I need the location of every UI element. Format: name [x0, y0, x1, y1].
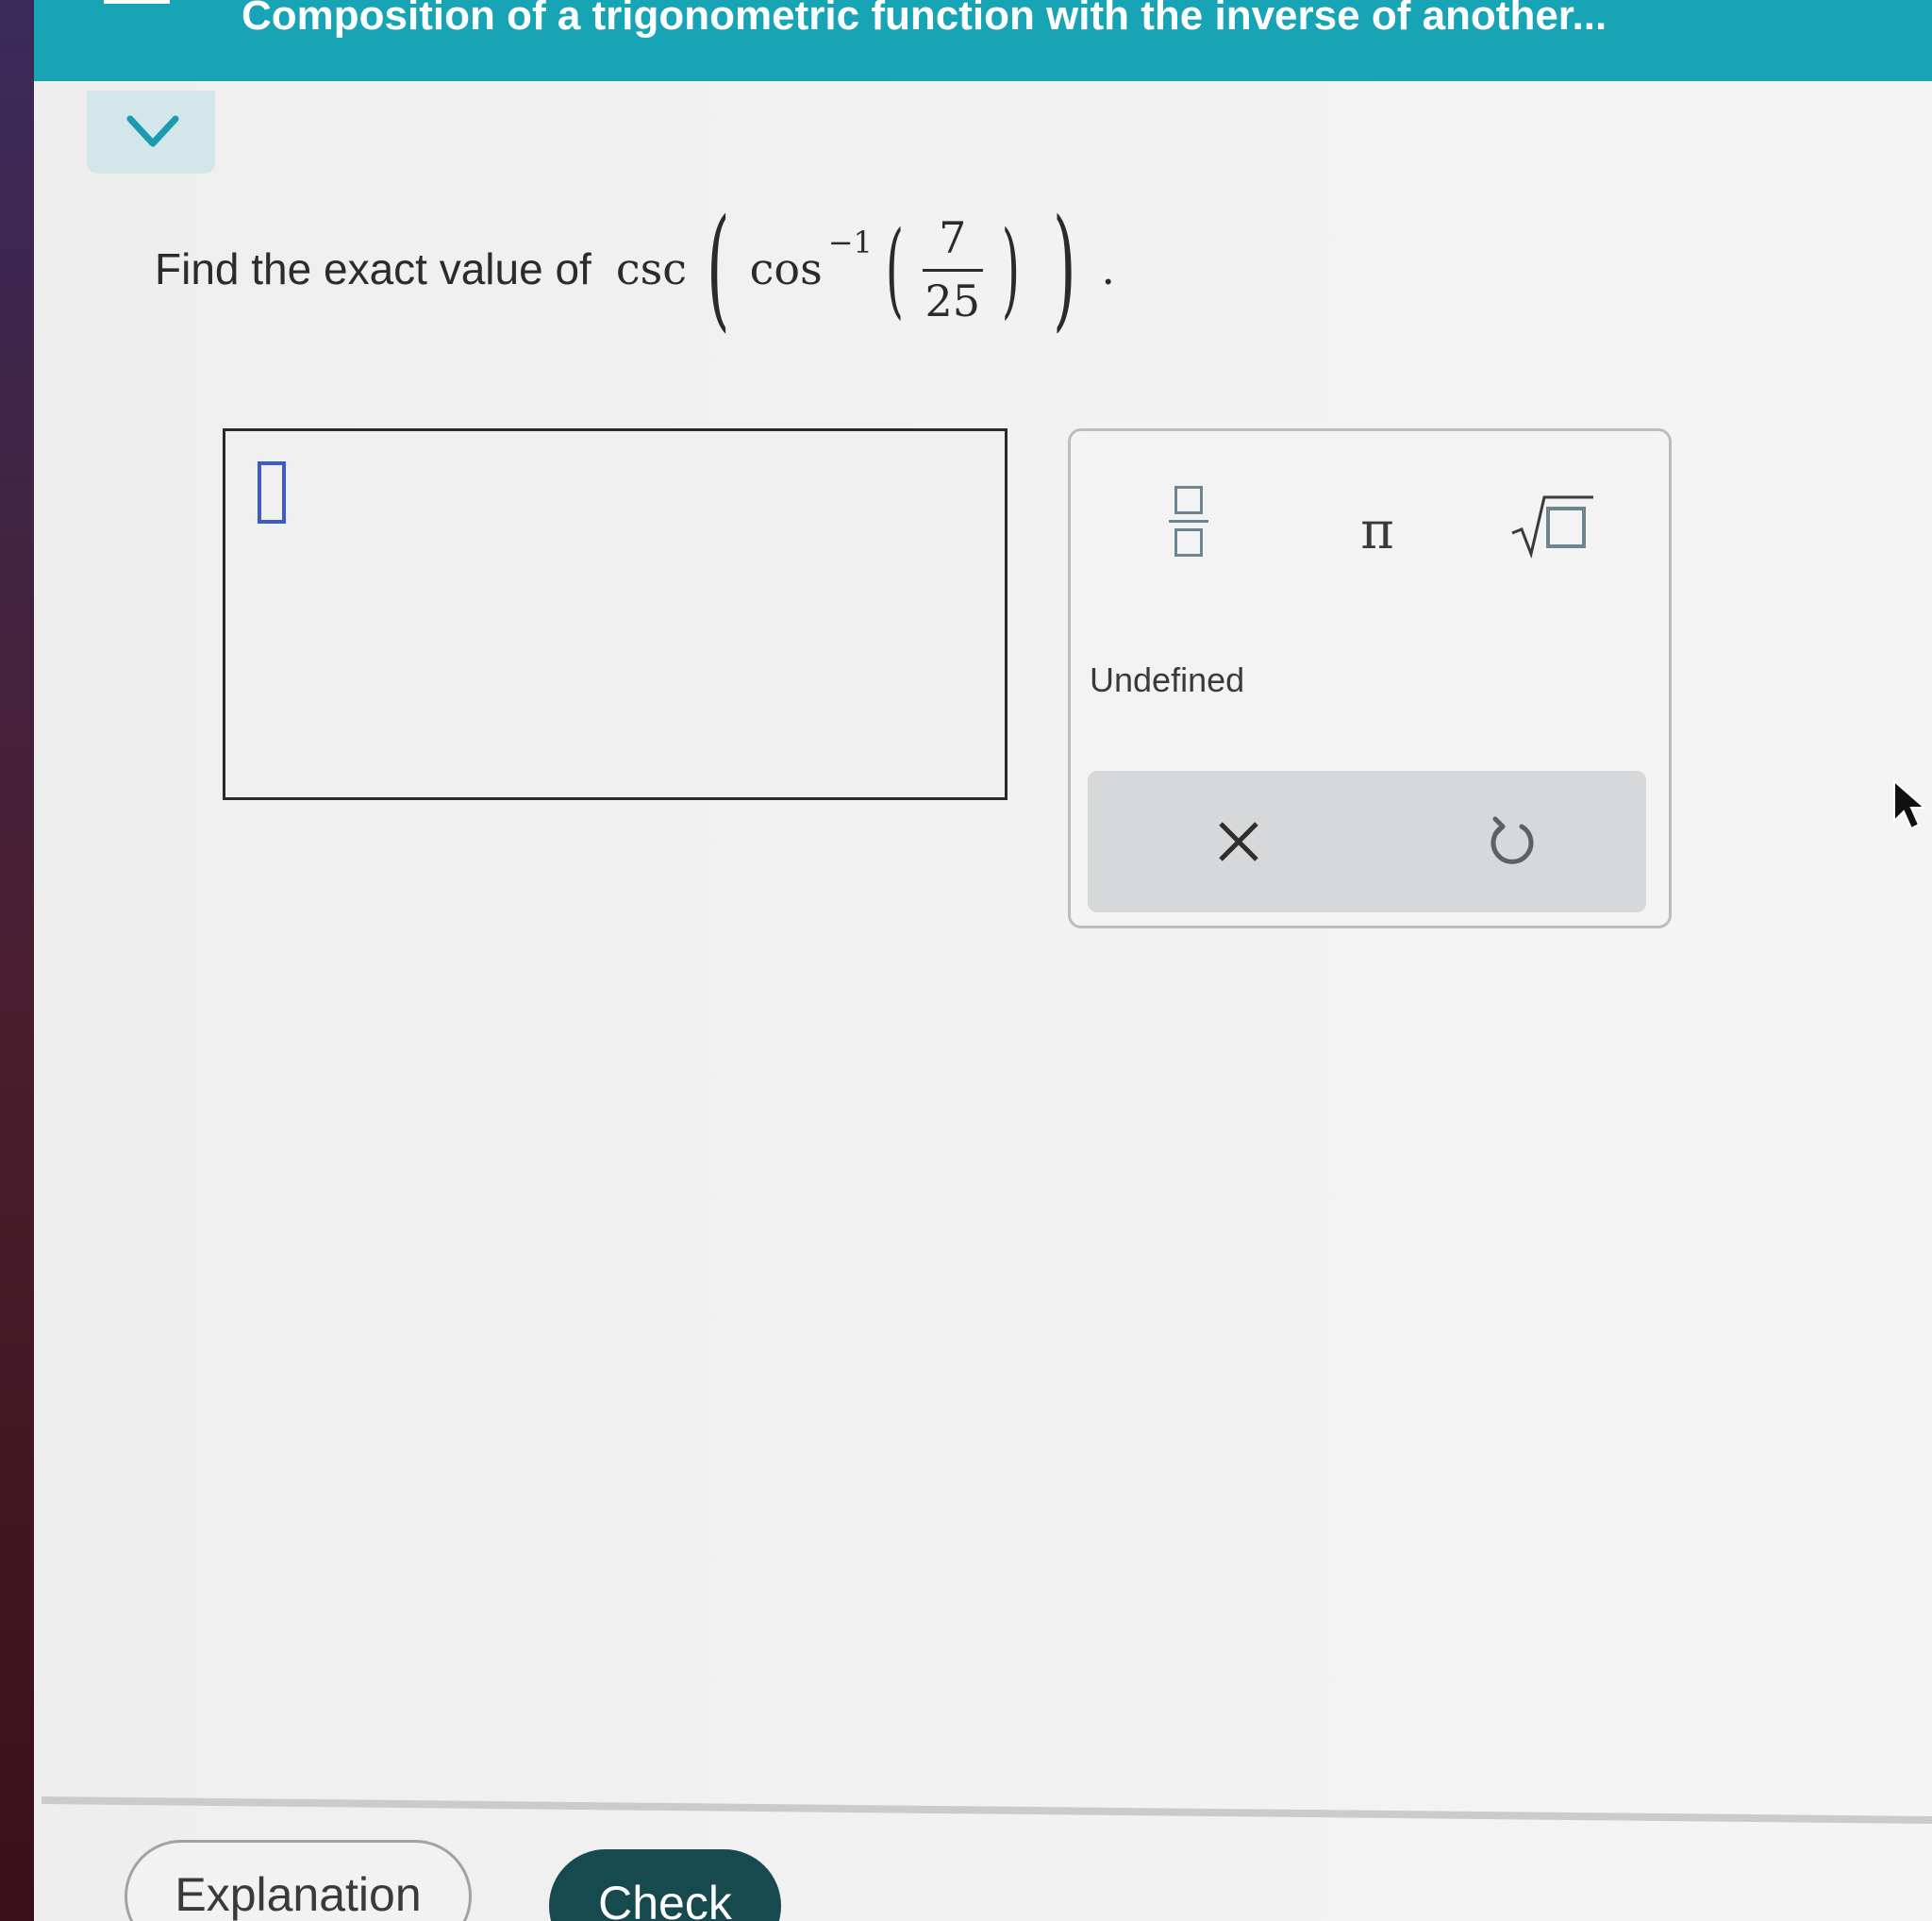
footer-divider — [41, 1796, 1932, 1824]
mouse-pointer-icon — [1893, 779, 1926, 830]
square-root-icon — [1511, 495, 1593, 560]
fraction-bar-icon — [1169, 519, 1208, 523]
check-button[interactable]: Check — [549, 1849, 781, 1921]
paren-open-outer: ( — [707, 192, 730, 345]
question-prompt: Find the exact value of csc ( cos −1 ( 7… — [155, 189, 1115, 349]
clear-button[interactable] — [1191, 799, 1286, 884]
question-text: Find the exact value of — [155, 244, 591, 293]
header-bar: Composition of a trigonometric function … — [34, 0, 1932, 81]
undo-button[interactable] — [1465, 799, 1559, 884]
inverse-exponent: −1 — [827, 225, 873, 260]
chevron-down-icon — [126, 115, 179, 147]
explanation-button[interactable]: Explanation — [125, 1840, 472, 1921]
question-period: . — [1101, 243, 1115, 294]
fraction-denominator: 25 — [924, 275, 981, 326]
outer-function: csc — [615, 243, 687, 294]
pi-key[interactable]: π — [1325, 488, 1429, 573]
fraction: 7 25 — [922, 211, 983, 326]
fraction-denominator-box-icon — [1174, 527, 1203, 557]
undefined-key[interactable]: Undefined — [1090, 652, 1244, 709]
close-icon — [1219, 822, 1258, 861]
paren-open-inner: ( — [885, 209, 904, 329]
square-root-key[interactable] — [1495, 478, 1608, 573]
inner-function: cos — [749, 243, 823, 294]
screen: Composition of a trigonometric function … — [0, 0, 1932, 1921]
page-title: Composition of a trigonometric function … — [242, 0, 1607, 39]
device-bezel — [0, 0, 34, 1921]
paren-close-inner: ) — [1001, 209, 1020, 329]
math-expression: csc ( cos −1 ( 7 25 ) ) . — [616, 203, 1115, 335]
fraction-key[interactable] — [1146, 469, 1231, 573]
menu-icon[interactable] — [104, 0, 170, 4]
keypad-action-bar — [1088, 771, 1646, 912]
fraction-numerator: 7 — [939, 211, 967, 263]
undo-icon — [1491, 816, 1534, 864]
input-cursor — [258, 461, 286, 524]
paren-close-outer: ) — [1052, 192, 1076, 345]
collapse-toggle-button[interactable] — [87, 91, 215, 174]
fraction-numerator-box-icon — [1174, 485, 1203, 514]
math-keypad: π Undefined — [1068, 428, 1672, 928]
answer-input[interactable] — [223, 428, 1008, 800]
